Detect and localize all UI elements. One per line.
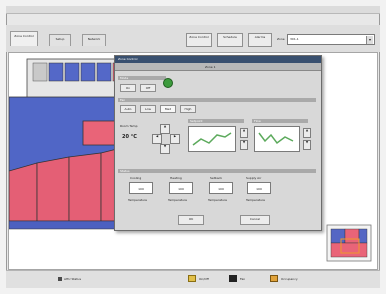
setpoint-up-icon[interactable]: ▲ xyxy=(240,128,248,138)
col-cooling-name: Cooling xyxy=(130,176,142,180)
col-supply-name: Supply Air xyxy=(246,176,262,180)
fan-group-header: Fan xyxy=(118,98,316,102)
zone-red-3[interactable] xyxy=(68,152,102,222)
flow-graph xyxy=(254,126,300,152)
flow-graph-lines xyxy=(258,132,294,145)
arrow-down-icon[interactable]: ▼ xyxy=(160,144,170,154)
status-table-header: Status xyxy=(118,169,316,173)
ahu-status-icon xyxy=(58,277,62,281)
arrow-right-icon[interactable]: ▶ xyxy=(170,134,180,144)
col-setback-unit: Temperature xyxy=(208,198,228,202)
chevron-down-icon[interactable]: ▾ xyxy=(366,36,373,44)
col-setback-value[interactable]: 100 xyxy=(209,182,233,194)
setpoint-graph xyxy=(188,126,236,152)
status-item-fan: Fan xyxy=(240,277,246,281)
arrow-up-icon[interactable]: ▲ xyxy=(160,124,170,134)
on-off-icon xyxy=(188,275,196,282)
col-supply-unit: Temperature xyxy=(246,198,266,202)
dialog-header: Zone 1 xyxy=(115,63,321,71)
col-heating-unit: Temperature xyxy=(168,198,188,202)
mode-on-button[interactable]: On xyxy=(120,84,136,92)
status-ok-icon xyxy=(163,78,173,88)
tab-zone-control[interactable]: Zone Control xyxy=(10,31,38,46)
status-item-ahu: AHU Status xyxy=(64,277,82,281)
fan-med-button[interactable]: Med xyxy=(160,105,176,113)
mode-off-button[interactable]: Off xyxy=(140,84,156,92)
zone-select[interactable]: 301-1 ▾ xyxy=(287,34,375,45)
title-bar xyxy=(6,6,380,14)
col-cooling-unit: Temperature xyxy=(128,198,148,202)
dialog-title: Zone Control xyxy=(115,56,321,63)
occupancy-icon xyxy=(270,275,278,282)
zone-select-value: 301-1 xyxy=(290,37,299,41)
setpoint-down-icon[interactable]: ▼ xyxy=(240,140,248,150)
col-cooling-value[interactable]: 100 xyxy=(129,182,153,194)
status-item-onoff: On/Off xyxy=(199,277,209,281)
fan-auto-button[interactable]: Auto xyxy=(120,105,136,113)
cancel-button[interactable]: Cancel xyxy=(240,215,270,225)
fan-low-button[interactable]: Low xyxy=(140,105,156,113)
col-heating-value[interactable]: 100 xyxy=(169,182,193,194)
setpoint-graph-lines xyxy=(192,132,232,146)
room-temp-label: Room Temp xyxy=(120,124,138,128)
zone-control-button[interactable]: Zone Control xyxy=(186,33,212,47)
fan-high-button[interactable]: High xyxy=(180,105,196,113)
zone-field-label: Zone xyxy=(277,37,285,41)
status-item-occupancy: Occupancy xyxy=(281,277,298,281)
tab-network[interactable]: Network xyxy=(82,34,106,46)
alarms-button[interactable]: Alarms xyxy=(248,33,272,47)
arrow-left-icon[interactable]: ◀ xyxy=(152,134,162,144)
dialog-header-text: Zone 1 xyxy=(205,65,216,69)
zone-red-1[interactable] xyxy=(9,162,38,222)
schedule-button[interactable]: Schedule xyxy=(217,33,243,47)
setpoint-header: Setpoint xyxy=(188,119,244,123)
col-heating-name: Heating xyxy=(170,176,182,180)
zone-red-2[interactable] xyxy=(36,156,70,222)
zone-red-small[interactable] xyxy=(82,120,118,146)
fan-icon xyxy=(229,275,237,282)
tab-setup[interactable]: Setup xyxy=(49,34,71,46)
mode-group-header: Mode xyxy=(118,76,166,80)
col-setback-name: Setback xyxy=(210,176,223,180)
room-temp-value: 20 °C xyxy=(122,134,137,140)
flow-header: Flow xyxy=(252,119,308,123)
flow-down-icon[interactable]: ▼ xyxy=(303,140,311,150)
ok-button[interactable]: OK xyxy=(178,215,204,225)
col-supply-value[interactable]: 100 xyxy=(247,182,271,194)
flow-up-icon[interactable]: ▲ xyxy=(303,128,311,138)
